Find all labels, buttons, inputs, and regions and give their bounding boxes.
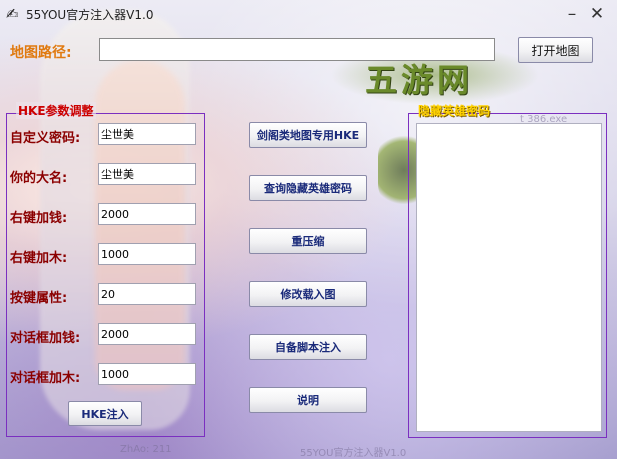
open-map-button[interactable]: 打开地图 <box>518 37 593 63</box>
edit-loading-screen-button[interactable]: 修改载入图 <box>249 281 367 307</box>
custom-script-inject-button[interactable]: 自备脚本注入 <box>249 334 367 360</box>
title-bar[interactable]: ✍ 55YOU官方注入器V1.0 – ✕ <box>0 0 617 30</box>
custom-password-input[interactable] <box>98 123 196 145</box>
dialog-gold-input[interactable] <box>98 323 196 345</box>
map-path-label: 地图路径: <box>10 45 72 61</box>
watermark-left: ZhAo: 211 <box>120 444 172 455</box>
custom-password-label: 自定义密码: <box>10 131 81 146</box>
right-click-gold-label: 右键加钱: <box>10 211 68 226</box>
hke-inject-button[interactable]: HKE注入 <box>68 401 142 426</box>
dialog-gold-label: 对话框加钱: <box>10 331 81 346</box>
your-name-input[interactable] <box>98 163 196 185</box>
map-path-input[interactable] <box>99 38 495 61</box>
right-click-gold-input[interactable] <box>98 203 196 225</box>
watermark-center: 55YOU官方注入器V1.0 <box>300 448 407 459</box>
app-icon: ✍ <box>6 5 19 23</box>
minimize-button[interactable]: – <box>560 2 584 26</box>
recompress-button[interactable]: 重压缩 <box>249 228 367 254</box>
close-button[interactable]: ✕ <box>585 2 609 26</box>
hidden-hero-title: 隐藏英雄密码 <box>418 104 491 118</box>
key-attribute-label: 按键属性: <box>10 291 68 306</box>
key-attribute-input[interactable] <box>98 283 196 305</box>
site-logo: 五游网 <box>365 61 474 99</box>
dialog-lumber-label: 对话框加木: <box>10 371 81 386</box>
window-title: 55YOU官方注入器V1.0 <box>26 8 154 22</box>
jiange-map-hke-button[interactable]: 剑阁类地图专用HKE <box>249 122 367 148</box>
right-click-lumber-label: 右键加木: <box>10 251 68 266</box>
hke-settings-group <box>6 113 205 437</box>
hidden-hero-output[interactable] <box>416 123 602 432</box>
instructions-button[interactable]: 说明 <box>249 387 367 413</box>
query-hidden-hero-button[interactable]: 查询隐藏英雄密码 <box>249 175 367 201</box>
hke-settings-title: HKE参数调整 <box>16 102 96 119</box>
your-name-label: 你的大名: <box>10 171 68 186</box>
right-click-lumber-input[interactable] <box>98 243 196 265</box>
dialog-lumber-input[interactable] <box>98 363 196 385</box>
